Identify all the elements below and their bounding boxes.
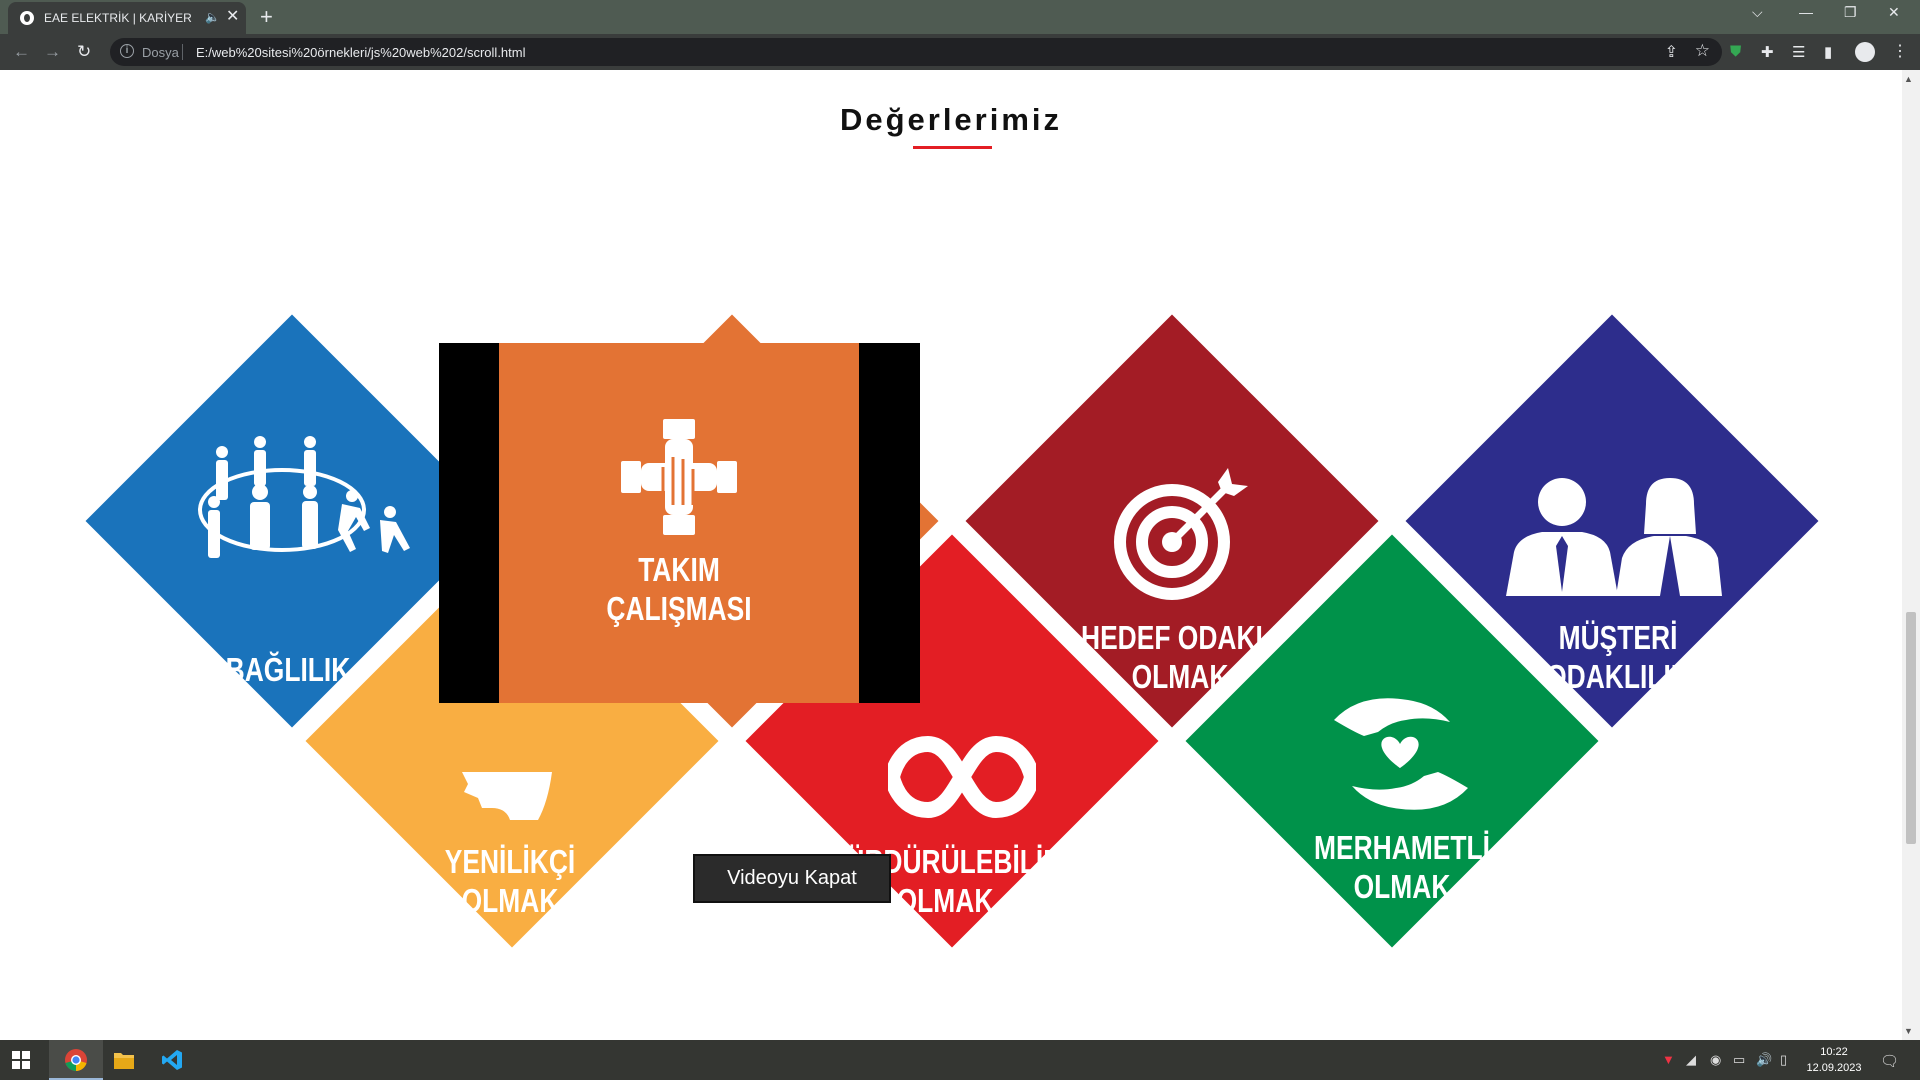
new-tab-button[interactable]: +: [260, 4, 273, 30]
web-page: Değerlerimiz BAĞLILIK HEDEF ODAKLI OLMAK…: [0, 70, 1920, 1040]
tab-close-icon[interactable]: ✕: [226, 8, 239, 26]
vscode-taskbar-icon[interactable]: [145, 1040, 199, 1080]
antivirus-tray-icon[interactable]: ▼: [1662, 1052, 1675, 1067]
address-bar[interactable]: i Dosya E:/web%20sitesi%20örnekleri/js%2…: [110, 38, 1722, 66]
url-scheme: Dosya: [142, 45, 179, 60]
video-label: TAKIM ÇALIŞMASI: [606, 551, 752, 627]
clock-time: 10:22: [1820, 1046, 1848, 1058]
share-icon[interactable]: ⇪: [1665, 42, 1678, 62]
shield-extension-icon[interactable]: ⛊: [1730, 43, 1741, 60]
scroll-down-icon[interactable]: ▼: [1904, 1026, 1913, 1036]
clock-date: 12.09.2023: [1806, 1062, 1862, 1074]
windows-taskbar: ▼ ◢ ◉ ▭ 🔊 ▯ 10:22 12.09.2023 🗨: [0, 1040, 1920, 1080]
chrome-icon: [65, 1049, 87, 1071]
folder-icon: [114, 1053, 134, 1069]
windows-start-icon[interactable]: [12, 1051, 30, 1069]
battery-icon[interactable]: ▯: [1780, 1052, 1787, 1068]
chrome-taskbar-icon[interactable]: [49, 1040, 103, 1080]
url-text[interactable]: E:/web%20sitesi%20örnekleri/js%20web%202…: [196, 45, 526, 60]
page-title: Değerlerimiz: [839, 102, 1063, 137]
display-tray-icon[interactable]: ▭: [1733, 1052, 1745, 1068]
globe-icon: [20, 11, 34, 25]
profile-avatar-icon[interactable]: [1855, 42, 1875, 62]
extensions-puzzle-icon[interactable]: ✚: [1761, 43, 1774, 61]
window-close-icon[interactable]: ✕: [1888, 4, 1900, 21]
forward-icon[interactable]: →: [44, 42, 61, 62]
scroll-up-icon[interactable]: ▲: [1904, 74, 1913, 84]
browser-tab[interactable]: EAE ELEKTRİK | KARİYER 🔈 ✕: [8, 2, 246, 34]
reload-icon[interactable]: ↻: [77, 42, 91, 62]
page-scrollbar[interactable]: [1902, 70, 1920, 1040]
infinity-icon: [888, 735, 1036, 819]
side-panel-icon[interactable]: ▮: [1824, 43, 1832, 61]
value-label: HEDEF ODAKLI OLMAK: [1081, 619, 1279, 695]
close-video-button[interactable]: Videoyu Kapat: [693, 854, 891, 903]
scrollbar-thumb[interactable]: [1906, 612, 1916, 844]
reading-list-icon[interactable]: ☰: [1792, 43, 1805, 61]
restore-icon[interactable]: ❐: [1844, 4, 1857, 21]
team-connection-icon: [198, 436, 410, 558]
menu-kebab-icon[interactable]: ⋮: [1892, 41, 1908, 61]
target-icon: [1114, 468, 1248, 600]
video-frame: TAKIM ÇALIŞMASI: [499, 343, 859, 703]
bookmark-star-icon[interactable]: ☆: [1695, 41, 1710, 61]
video-player[interactable]: TAKIM ÇALIŞMASI: [439, 343, 920, 703]
volume-icon[interactable]: 🔊: [1756, 1052, 1772, 1068]
site-info-icon[interactable]: i: [120, 44, 134, 58]
url-separator: [182, 44, 183, 60]
notification-icon[interactable]: 🗨: [1880, 1052, 1899, 1070]
nvidia-tray-icon[interactable]: ◢: [1686, 1052, 1696, 1068]
browser-toolbar: ← → ↻ i Dosya E:/web%20sitesi%20örnekler…: [0, 34, 1920, 70]
network-tray-icon[interactable]: ◉: [1710, 1052, 1721, 1068]
tab-title: EAE ELEKTRİK | KARİYER: [44, 11, 192, 25]
file-explorer-taskbar-icon[interactable]: [97, 1040, 151, 1080]
teamwork-hands-icon: [621, 419, 737, 535]
value-label: MÜŞTERİ ODAKLILIK: [1546, 619, 1690, 695]
value-label: BAĞLILIK: [225, 651, 351, 688]
vscode-icon: [162, 1050, 182, 1070]
minimize-icon[interactable]: —: [1799, 4, 1813, 20]
tab-search-icon[interactable]: ⌵: [1752, 4, 1763, 21]
tab-strip: EAE ELEKTRİK | KARİYER 🔈 ✕ + ⌵ — ❐ ✕: [0, 0, 1920, 34]
value-label: YENİLİKÇİ OLMAK: [444, 843, 576, 919]
title-underline: [913, 146, 992, 149]
value-label: MERHAMETLİ OLMAK: [1314, 829, 1490, 905]
speaker-icon[interactable]: 🔈: [205, 10, 220, 24]
taskbar-clock[interactable]: 10:22 12.09.2023: [1806, 1044, 1862, 1076]
customers-icon: [1506, 478, 1722, 596]
innovative-head-icon: [462, 772, 552, 820]
caring-hands-icon: [1334, 698, 1468, 810]
back-icon[interactable]: ←: [13, 42, 30, 62]
